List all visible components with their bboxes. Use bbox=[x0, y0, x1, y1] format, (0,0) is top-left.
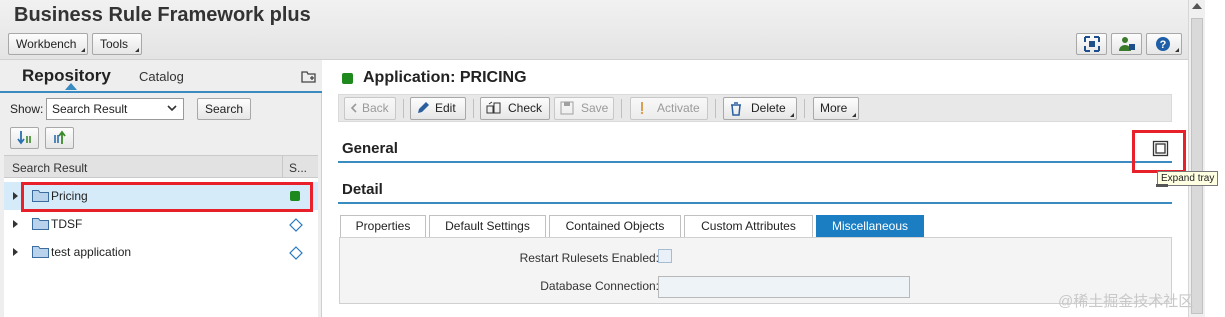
user-settings-button[interactable] bbox=[1111, 33, 1142, 55]
user-settings-icon bbox=[1118, 37, 1135, 51]
toolbar-separator bbox=[804, 99, 805, 118]
database-connection-label: Database Connection: bbox=[540, 279, 659, 293]
dropdown-indicator-icon bbox=[852, 113, 856, 117]
inactive-status-icon bbox=[289, 246, 303, 260]
tree-row-tdsf[interactable]: TDSF bbox=[4, 210, 318, 238]
tree-row-test-application[interactable]: test application bbox=[4, 238, 318, 266]
save-button[interactable]: Save bbox=[554, 97, 614, 120]
scroll-up-icon[interactable] bbox=[1192, 3, 1202, 9]
tree-header: Search Result S... bbox=[4, 155, 318, 178]
tab-default-settings[interactable]: Default Settings bbox=[429, 215, 546, 237]
tools-menu[interactable]: Tools bbox=[92, 33, 142, 55]
svg-text:?: ? bbox=[1160, 39, 1167, 51]
tab-properties[interactable]: Properties bbox=[340, 215, 426, 237]
show-select-value: Search Result bbox=[52, 102, 128, 116]
activate-icon bbox=[640, 102, 644, 115]
check-label: Check bbox=[508, 101, 543, 115]
folder-icon bbox=[32, 218, 49, 230]
column-search-result[interactable]: Search Result bbox=[12, 161, 87, 175]
app-header: Business Rule Framework plus Workbench T… bbox=[0, 0, 1188, 60]
delete-button[interactable]: Delete bbox=[723, 97, 797, 120]
edit-button[interactable]: Edit bbox=[410, 97, 466, 120]
trash-icon bbox=[731, 102, 741, 116]
main-content: Application: PRICING Back Edit Check Sav… bbox=[322, 60, 1188, 317]
help-icon: ? bbox=[1156, 37, 1170, 51]
chevron-down-icon bbox=[167, 105, 177, 112]
folder-icon bbox=[32, 246, 49, 258]
chevron-left-icon bbox=[350, 103, 357, 113]
edit-label: Edit bbox=[435, 101, 456, 115]
highlight-box-expand-tray bbox=[1132, 130, 1186, 173]
column-separator[interactable] bbox=[282, 156, 283, 177]
help-button[interactable]: ? bbox=[1146, 33, 1182, 55]
sort-down-button[interactable] bbox=[10, 127, 39, 149]
column-status[interactable]: S... bbox=[289, 161, 307, 175]
fullscreen-icon bbox=[1083, 36, 1100, 52]
scroll-thumb[interactable] bbox=[1191, 18, 1203, 314]
dropdown-indicator-icon bbox=[1175, 48, 1179, 52]
save-label: Save bbox=[581, 101, 609, 115]
fullscreen-button[interactable] bbox=[1076, 33, 1107, 55]
detail-section-divider bbox=[338, 202, 1172, 204]
folder-options-icon[interactable] bbox=[301, 70, 316, 83]
inactive-status-icon bbox=[289, 218, 303, 232]
expand-arrow-icon[interactable] bbox=[13, 220, 18, 228]
tab-custom-attributes[interactable]: Custom Attributes bbox=[684, 215, 813, 237]
toolbar: Back Edit Check Save Activate Delete Mor… bbox=[338, 94, 1172, 122]
dropdown-indicator-icon bbox=[790, 113, 794, 117]
page-title: Application: PRICING bbox=[363, 69, 527, 86]
database-connection-field[interactable] bbox=[658, 276, 910, 298]
back-button[interactable]: Back bbox=[344, 97, 396, 120]
tab-catalog[interactable]: Catalog bbox=[139, 69, 184, 84]
search-button[interactable]: Search bbox=[197, 98, 251, 120]
highlight-box-pricing bbox=[21, 182, 313, 212]
check-button[interactable]: Check bbox=[480, 97, 550, 120]
right-margin bbox=[1205, 0, 1225, 317]
tree-item-label: TDSF bbox=[51, 217, 83, 231]
watermark: @稀土掘金技术社区 bbox=[1058, 293, 1194, 310]
vertical-scrollbar[interactable] bbox=[1188, 0, 1205, 317]
expand-arrow-icon[interactable] bbox=[13, 192, 18, 200]
dropdown-indicator-icon bbox=[135, 48, 139, 52]
toolbar-separator bbox=[715, 99, 716, 118]
more-button[interactable]: More bbox=[813, 97, 859, 120]
expand-arrow-icon[interactable] bbox=[13, 248, 18, 256]
activate-label: Activate bbox=[657, 101, 700, 115]
sort-down-icon bbox=[16, 131, 31, 145]
detail-section-title[interactable]: Detail bbox=[342, 181, 383, 198]
active-status-icon bbox=[342, 73, 353, 84]
save-icon bbox=[560, 101, 574, 115]
back-label: Back bbox=[362, 101, 389, 115]
toolbar-separator bbox=[621, 99, 622, 118]
tray-edge bbox=[1156, 184, 1168, 187]
tools-menu-label: Tools bbox=[100, 37, 129, 51]
restart-rulesets-checkbox[interactable] bbox=[658, 249, 672, 263]
sort-up-button[interactable] bbox=[45, 127, 74, 149]
app-title: Business Rule Framework plus bbox=[14, 4, 311, 26]
toolbar-separator bbox=[473, 99, 474, 118]
toolbar-separator bbox=[403, 99, 404, 118]
restart-rulesets-label: Restart Rulesets Enabled: bbox=[519, 251, 659, 265]
repository-tabs: Repository Catalog bbox=[0, 60, 322, 93]
check-icon bbox=[486, 101, 501, 114]
general-section-title[interactable]: General bbox=[342, 140, 398, 157]
tab-contained-objects[interactable]: Contained Objects bbox=[549, 215, 681, 237]
tab-miscellaneous[interactable]: Miscellaneous bbox=[816, 215, 924, 237]
active-tab-caret-icon bbox=[65, 83, 77, 90]
more-label: More bbox=[820, 101, 848, 115]
show-select[interactable]: Search Result bbox=[46, 98, 184, 120]
show-label: Show: bbox=[10, 102, 44, 116]
dropdown-indicator-icon bbox=[81, 48, 85, 52]
pencil-icon bbox=[418, 102, 429, 113]
activate-button[interactable]: Activate bbox=[630, 97, 708, 120]
workbench-menu-label: Workbench bbox=[16, 37, 77, 51]
tree-item-label: test application bbox=[51, 245, 132, 259]
delete-label: Delete bbox=[751, 101, 786, 115]
sort-up-icon bbox=[53, 130, 66, 144]
tab-content-panel: Restart Rulesets Enabled: Database Conne… bbox=[339, 237, 1172, 304]
general-section-divider bbox=[338, 161, 1172, 163]
workbench-menu[interactable]: Workbench bbox=[8, 33, 88, 55]
